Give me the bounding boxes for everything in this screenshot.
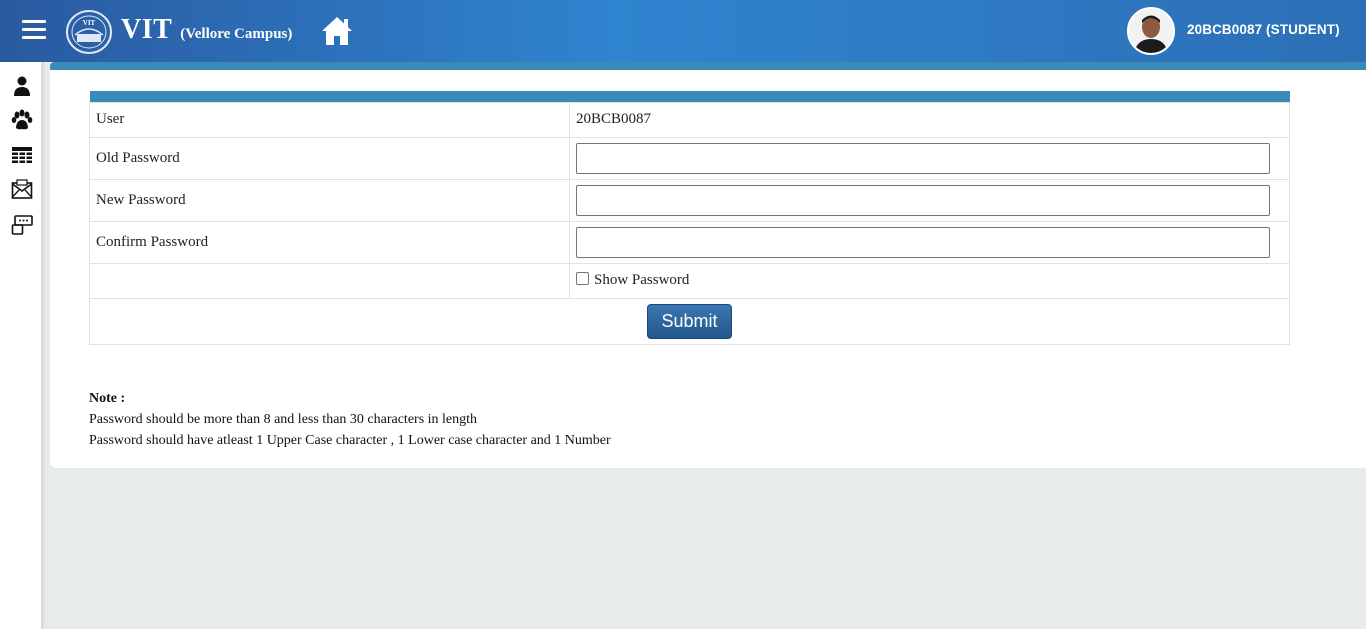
form-row-submit: Submit	[89, 297, 1290, 345]
show-password-label[interactable]: Show Password	[594, 272, 689, 288]
new-password-label: New Password	[89, 178, 570, 222]
form-header-bar	[89, 91, 1290, 102]
note-line-length: Password should be more than 8 and less …	[89, 412, 478, 427]
sidebar	[0, 62, 42, 629]
person-icon[interactable]	[11, 75, 33, 97]
confirm-password-input[interactable]	[576, 226, 1270, 258]
paw-icon[interactable]	[11, 109, 33, 131]
user-label: User	[89, 101, 570, 138]
home-icon[interactable]	[320, 15, 354, 47]
form-row-show-password: Show Password	[89, 262, 1290, 299]
brand-campus: (Vellore Campus)	[180, 26, 293, 42]
password-note: Note : Password should be more than 8 an…	[89, 388, 611, 451]
card-accent-bar	[50, 62, 1366, 70]
user-photo-icon	[1129, 9, 1173, 53]
old-password-label: Old Password	[89, 136, 570, 180]
brand-name: VIT	[121, 14, 173, 45]
top-navbar: VIT VIT (Vellore Campus) 20BCB0087 (STUD…	[0, 0, 1366, 62]
note-line-complexity: Password should have atleast 1 Upper Cas…	[89, 433, 611, 448]
confirm-password-label: Confirm Password	[89, 220, 570, 264]
submit-button[interactable]: Submit	[647, 303, 732, 339]
form-row-new-password: New Password	[89, 178, 1290, 222]
mail-icon[interactable]	[11, 179, 33, 201]
change-password-form: User 20BCB0087 Old Password New Password…	[89, 91, 1290, 345]
user-id-label[interactable]: 20BCB0087 (STUDENT)	[1187, 22, 1340, 37]
change-password-card: User 20BCB0087 Old Password New Password…	[50, 62, 1366, 468]
table-icon[interactable]	[11, 144, 33, 166]
new-password-input[interactable]	[576, 184, 1270, 216]
avatar[interactable]	[1127, 7, 1175, 55]
user-value: 20BCB0087	[569, 101, 1290, 138]
show-password-checkbox[interactable]	[576, 272, 589, 285]
empty-cell	[89, 262, 570, 299]
menu-toggle-icon[interactable]	[22, 20, 46, 42]
form-row-confirm-password: Confirm Password	[89, 220, 1290, 264]
brand-title: VIT (Vellore Campus)	[121, 14, 292, 46]
vit-logo: VIT	[66, 10, 112, 54]
form-row-user: User 20BCB0087	[89, 101, 1290, 138]
note-title: Note :	[89, 391, 126, 406]
form-icon[interactable]	[11, 214, 33, 236]
old-password-input[interactable]	[576, 142, 1270, 174]
svg-text:VIT: VIT	[83, 19, 96, 27]
form-row-old-password: Old Password	[89, 136, 1290, 180]
